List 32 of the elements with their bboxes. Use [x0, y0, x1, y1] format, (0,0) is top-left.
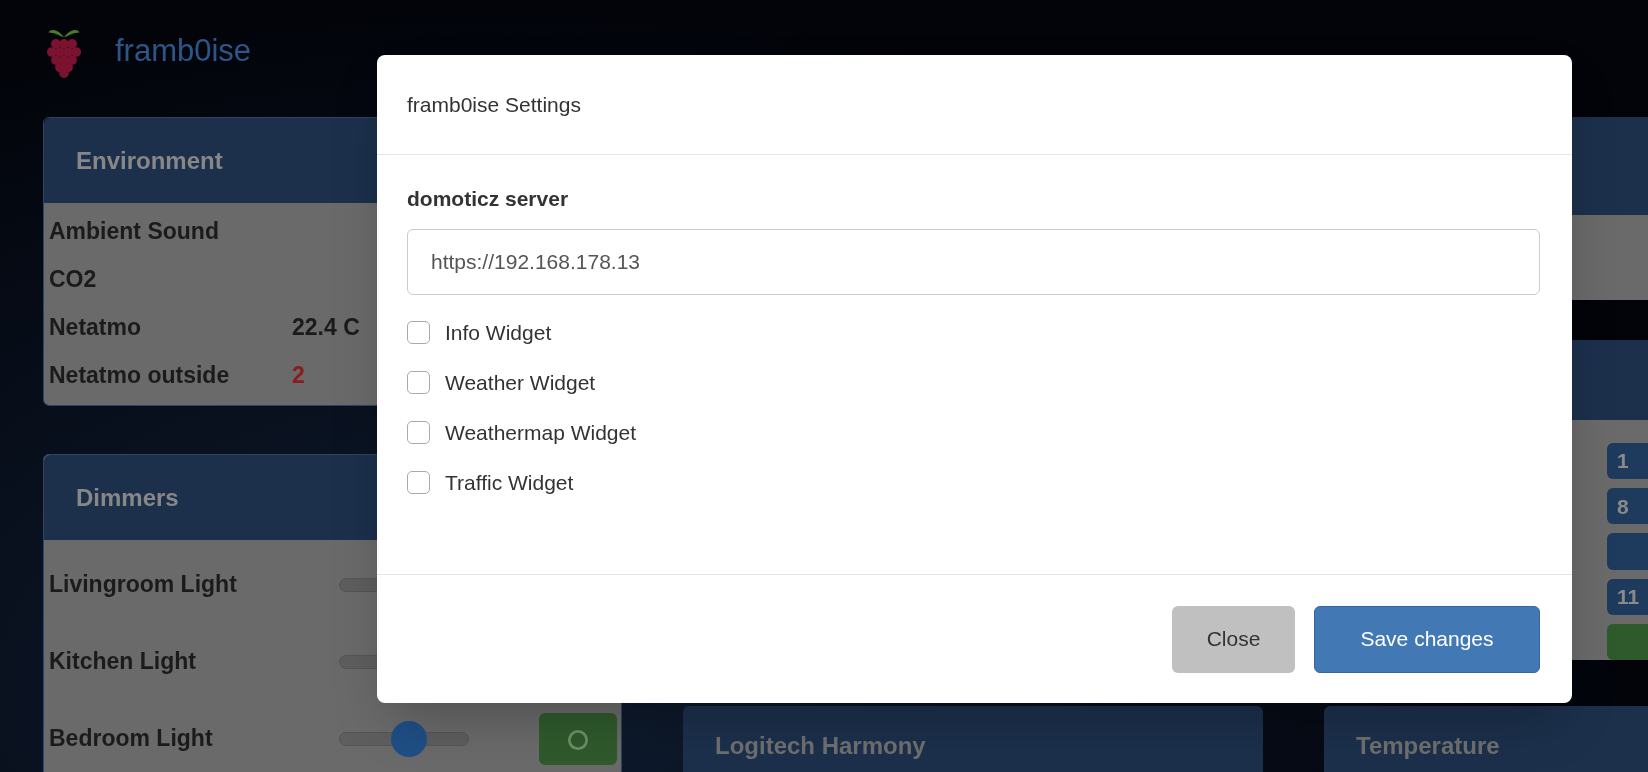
widget-checkbox[interactable]: [407, 421, 430, 444]
widget-checkbox[interactable]: [407, 321, 430, 344]
close-button[interactable]: Close: [1172, 605, 1295, 673]
panel-title: Temperature: [1356, 731, 1500, 761]
dialog-title: framb0ise Settings: [407, 91, 581, 118]
widget-option-label: Weathermap Widget: [445, 419, 637, 446]
dimmer-label: Kitchen Light: [49, 647, 197, 677]
power-button[interactable]: [539, 712, 617, 765]
sensor-value: 22.4 C: [292, 312, 360, 342]
panel-title: Dimmers: [76, 482, 179, 513]
sensor-label: CO2: [49, 264, 98, 294]
app-title: framb0ise: [115, 32, 252, 71]
widget-option-label: Info Widget: [445, 319, 552, 346]
sensor-label: Ambient Sound: [49, 216, 220, 246]
dimmer-label: Bedroom Light: [49, 724, 214, 754]
sensor-value: 2: [292, 360, 305, 390]
widget-checkbox[interactable]: [407, 371, 430, 394]
value-badge: 8: [1607, 488, 1648, 525]
dimmer-label: Livingroom Light: [49, 570, 238, 600]
sensor-label: Netatmo outside: [49, 360, 231, 390]
sensor-label: Netatmo: [49, 312, 142, 342]
value-badge: 1: [1607, 443, 1648, 480]
value-badge: 11: [1607, 578, 1648, 615]
widget-option-label: Traffic Widget: [445, 469, 574, 496]
server-field[interactable]: https://192.168.178.13: [407, 228, 1540, 295]
widget-option-label: Weather Widget: [445, 369, 596, 396]
panel-title: Logitech Harmony: [715, 731, 926, 761]
field-label: domoticz server: [407, 186, 570, 212]
save-button[interactable]: Save changes: [1314, 605, 1540, 673]
widget-checkbox[interactable]: [407, 471, 430, 494]
panel-title: Environment: [76, 145, 223, 176]
dimmer-slider[interactable]: [339, 720, 469, 757]
